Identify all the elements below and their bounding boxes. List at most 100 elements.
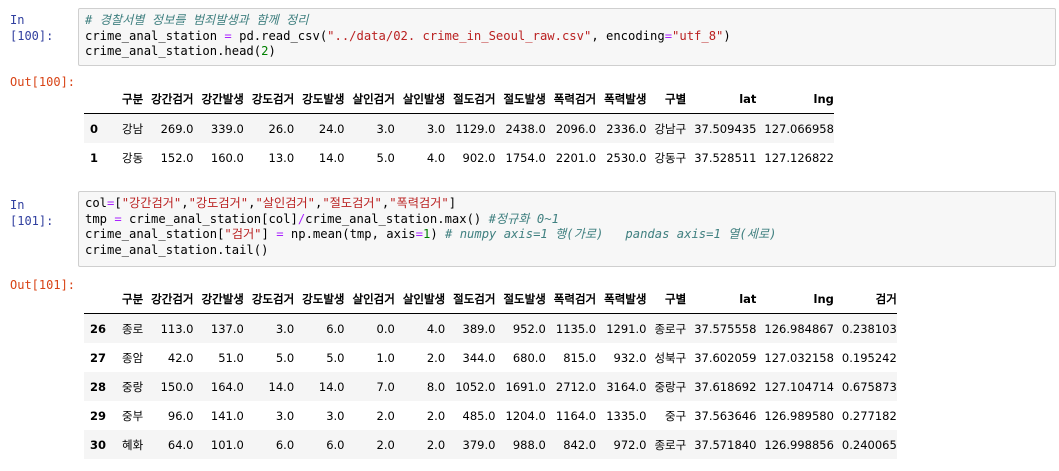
column-header: 구분	[114, 284, 144, 314]
code-token-plain: np.mean(tmp, axis	[283, 227, 416, 241]
column-header: 강도발생	[294, 84, 345, 114]
table-cell: 37.509435	[694, 121, 757, 136]
table-cell: 14.0	[318, 379, 345, 394]
code-token-plain: pd.read_csv(	[231, 28, 328, 43]
code-line: col=["강간검거","강도검거","살인검거","절도검거","폭력검거"]	[85, 196, 1049, 212]
column-header: 강간검거	[143, 84, 194, 114]
table-cell: 150.0	[160, 379, 194, 394]
table-cell: 7.0	[376, 379, 395, 394]
table-row: 29 중부 96.0 141.0 3.0 3.0 2.0 2.0 485.0 1204.0 1164…	[84, 401, 897, 430]
column-header: 절도발생	[495, 284, 546, 314]
table-cell: 126.984867	[764, 321, 834, 336]
code-input-area[interactable]: col=["강간검거","강도검거","살인검거","절도검거","폭력검거"]…	[78, 191, 1056, 267]
column-header: 절도검거	[445, 284, 496, 314]
table-cell: 932.0	[613, 350, 647, 365]
code-token-comment: #정규화 0~1	[488, 211, 559, 226]
table-cell: 종로구	[654, 321, 687, 336]
table-cell: 종로	[122, 321, 144, 336]
table-cell: 0.240065	[841, 437, 897, 452]
code-token-op: =	[664, 28, 673, 43]
table-cell: 성북구	[654, 350, 687, 365]
table-cell: 0.675873	[841, 379, 897, 394]
table-cell: 2712.0	[555, 379, 597, 394]
column-header: 살인발생	[394, 284, 446, 314]
table-cell: 1.0	[376, 350, 395, 365]
code-token-plain: crime_anal_station.head(	[85, 44, 262, 58]
code-token-comment: # numpy axis=1 행(가로) pandas axis=1 열(세로)	[445, 227, 777, 241]
code-token-plain: crime_anal_station[col]	[121, 211, 298, 226]
column-header: 폭력발생	[596, 84, 647, 114]
code-line: tmp = crime_anal_station[col]/crime_anal…	[85, 212, 1049, 228]
code-token-plain: ]	[448, 196, 457, 210]
table-cell: 종로구	[654, 437, 687, 452]
table-cell: 2201.0	[555, 150, 597, 165]
table-cell: 485.0	[462, 408, 496, 423]
column-header: 절도검거	[445, 84, 496, 114]
column-header: 구분	[114, 84, 144, 114]
code-token-plain: [	[114, 196, 122, 210]
column-header: 살인검거	[344, 284, 395, 314]
code-input-area[interactable]: # 경찰서별 정보를 범죄발생과 함께 정리 crime_anal_station…	[78, 8, 1056, 66]
table-cell: 37.602059	[694, 350, 757, 365]
column-header: 강간발생	[193, 84, 244, 114]
index-header	[84, 284, 114, 314]
table-cell: 339.0	[210, 121, 244, 136]
table-cell: 6.0	[326, 321, 345, 336]
table-cell: 37.575558	[694, 321, 757, 336]
table-cell: 164.0	[210, 379, 244, 394]
column-header: 폭력검거	[545, 84, 597, 114]
table-cell: 160.0	[210, 150, 244, 165]
column-header: 강도발생	[294, 284, 345, 314]
table-cell: 988.0	[512, 437, 546, 452]
table-cell: 51.0	[218, 350, 244, 365]
column-header: lat	[686, 284, 757, 314]
table-cell: 2.0	[426, 350, 446, 365]
table-row: 28 중랑 150.0 164.0 14.0 14.0 7.0 8.0 1052.0 1691.0…	[84, 372, 897, 401]
table-cell: 강남	[122, 121, 144, 136]
table-cell: 127.066958	[764, 121, 834, 136]
code-token-plain: )	[430, 227, 446, 241]
table-cell: 152.0	[160, 150, 194, 165]
code-token-plain: crime_anal_station[	[85, 227, 225, 241]
table-cell: 1291.0	[606, 321, 647, 336]
code-token-str: "utf_8"	[672, 28, 724, 43]
table-cell: 2530.0	[606, 150, 647, 165]
input-prompt: In [101]:	[10, 198, 54, 228]
code-token-str: "폭력검거"	[389, 196, 449, 210]
table-cell: 2336.0	[606, 121, 647, 136]
table-cell: 1135.0	[555, 321, 597, 336]
table-cell: 6.0	[326, 437, 345, 452]
table-cell: 3.0	[275, 321, 295, 336]
table-cell: 5.0	[376, 150, 395, 165]
row-index: 26	[90, 321, 107, 336]
table-cell: 중구	[665, 408, 687, 423]
table-cell: 24.0	[318, 121, 345, 136]
table-cell: 4.0	[426, 150, 446, 165]
table-cell: 141.0	[210, 408, 244, 423]
code-token-plain: col	[85, 196, 108, 210]
column-header: 폭력검거	[545, 284, 597, 314]
code-token-str: "절도검거"	[322, 196, 382, 210]
table-cell: 강동	[122, 150, 144, 165]
code-token-plain: ,	[181, 196, 189, 210]
table-cell: 2.0	[376, 437, 395, 452]
column-header: 절도발생	[495, 84, 546, 114]
code-token-plain: crime_anal_station.max()	[305, 211, 489, 226]
table-cell: 3.0	[426, 121, 446, 136]
table-cell: 137.0	[210, 321, 244, 336]
table-cell: 0.238103	[841, 321, 897, 336]
table-cell: 2.0	[426, 437, 446, 452]
table-cell: 127.126822	[764, 150, 834, 165]
code-token-plain: tmp	[85, 211, 115, 226]
table-cell: 101.0	[210, 437, 244, 452]
column-header: 검거	[833, 284, 897, 314]
table-cell: 42.0	[167, 350, 194, 365]
table-cell: 0.277182	[841, 408, 897, 423]
code-line: crime_anal_station.tail()	[85, 243, 1049, 259]
table-cell: 2.0	[426, 408, 446, 423]
column-header: lng	[756, 284, 834, 314]
code-token-op: =	[224, 28, 232, 43]
column-header: 구별	[646, 84, 687, 114]
output-prompt: Out[101]:	[10, 278, 76, 292]
table-cell: 344.0	[462, 350, 496, 365]
